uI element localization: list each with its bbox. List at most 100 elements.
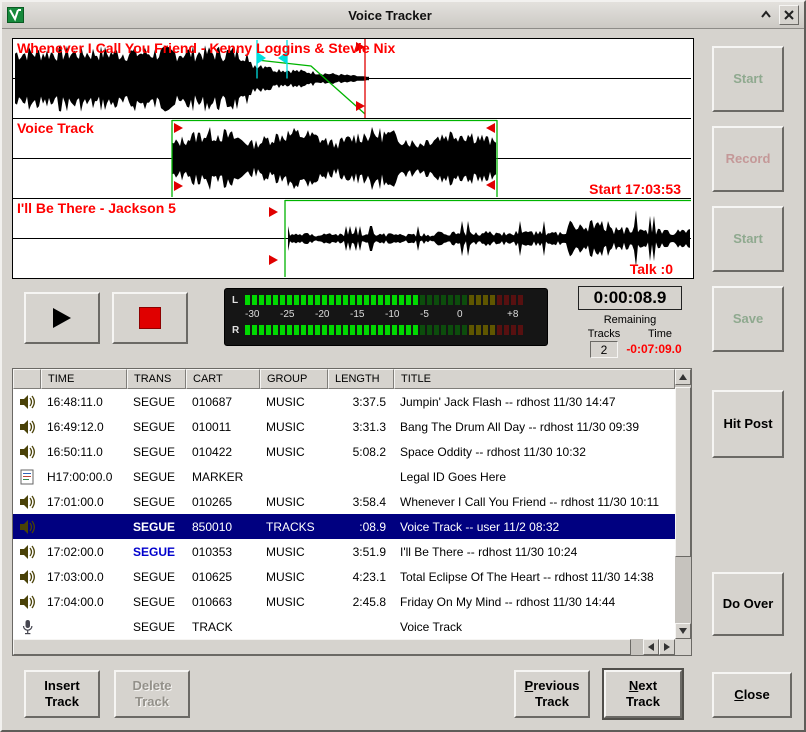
cell-trans: SEGUE <box>127 570 186 584</box>
speaker-icon <box>13 569 41 585</box>
scroll-right-button[interactable] <box>659 639 675 655</box>
arrow-left-icon <box>647 643 655 651</box>
column-header-title[interactable]: TITLE <box>394 369 675 389</box>
cell-cart: 010011 <box>186 420 260 434</box>
cell-group: MUSIC <box>260 545 328 559</box>
table-row[interactable]: SEGUETRACKVoice Track <box>13 614 675 639</box>
track-editor-2[interactable]: Voice Track Start 17:03:53 <box>13 119 691 199</box>
cell-length: 2:45.8 <box>328 595 394 609</box>
cell-cart: MARKER <box>186 470 260 484</box>
cell-length: 3:31.3 <box>328 420 394 434</box>
cell-title: Bang The Drum All Day -- rdhost 11/30 09… <box>394 420 675 434</box>
column-header-trans[interactable]: TRANS <box>127 369 186 389</box>
table-row[interactable]: H17:00:00.0SEGUEMARKERLegal ID Goes Here <box>13 464 675 489</box>
cell-cart: TRACK <box>186 620 260 634</box>
titlebar[interactable]: Voice Tracker <box>2 2 804 29</box>
table-row[interactable]: 16:49:12.0SEGUE010011MUSIC3:31.3Bang The… <box>13 414 675 439</box>
cell-trans: SEGUE <box>127 620 186 634</box>
remaining-label: Remaining <box>578 314 682 326</box>
column-header-time[interactable]: TIME <box>41 369 127 389</box>
cell-trans: SEGUE <box>127 420 186 434</box>
meter-scale-label: -5 <box>420 309 429 320</box>
column-header-group[interactable]: GROUP <box>260 369 328 389</box>
shade-window-button[interactable] <box>757 6 775 24</box>
vertical-scroll-thumb[interactable] <box>675 387 691 557</box>
cell-cart: 010422 <box>186 445 260 459</box>
speaker-icon <box>13 394 41 410</box>
next-track-button[interactable]: NextTrack <box>604 670 682 718</box>
column-header-blank <box>13 369 41 389</box>
close-window-button[interactable] <box>779 5 799 25</box>
horizontal-scrollbar[interactable] <box>13 639 675 655</box>
cell-group: MUSIC <box>260 395 328 409</box>
play-button[interactable] <box>24 292 100 344</box>
elapsed-time-display: 0:00:08.9 <box>578 286 682 310</box>
meter-left-row <box>245 295 523 305</box>
table-row[interactable]: SEGUE850010TRACKS:08.9Voice Track -- use… <box>13 514 675 539</box>
track-editor-1[interactable]: Whenever I Call You Friend - Kenny Loggi… <box>13 39 691 119</box>
cell-time: 16:48:11.0 <box>41 395 127 409</box>
remaining-tracks-label: Tracks <box>580 328 628 340</box>
cell-cart: 010353 <box>186 545 260 559</box>
cell-length: 3:58.4 <box>328 495 394 509</box>
log-table: TIMETRANSCARTGROUPLENGTHTITLE 16:48:11.0… <box>12 368 692 656</box>
cell-time: 17:03:00.0 <box>41 570 127 584</box>
cell-length: :08.9 <box>328 520 394 534</box>
cell-time: 17:04:00.0 <box>41 595 127 609</box>
table-row[interactable]: 16:50:11.0SEGUE010422MUSIC5:08.2Space Od… <box>13 439 675 464</box>
meter-left-label: L <box>232 295 238 306</box>
table-row[interactable]: 17:03:00.0SEGUE010625MUSIC4:23.1Total Ec… <box>13 564 675 589</box>
column-header-length[interactable]: LENGTH <box>328 369 394 389</box>
speaker-icon <box>13 544 41 560</box>
scroll-up-button[interactable] <box>675 369 691 385</box>
speaker-icon <box>13 594 41 610</box>
cell-trans: SEGUE <box>127 445 186 459</box>
cell-trans: SEGUE <box>127 470 186 484</box>
speaker-icon <box>13 444 41 460</box>
cell-group: MUSIC <box>260 495 328 509</box>
record-button[interactable]: Record <box>712 126 784 192</box>
start-2-button[interactable]: Start <box>712 206 784 272</box>
table-row[interactable]: 17:01:00.0SEGUE010265MUSIC3:58.4Whenever… <box>13 489 675 514</box>
horizontal-scroll-thumb[interactable] <box>13 639 631 655</box>
cell-group: MUSIC <box>260 420 328 434</box>
play-icon <box>51 307 73 329</box>
track-editor-3[interactable]: I'll Be There - Jackson 5 Talk :0 <box>13 199 691 278</box>
cell-title: Total Eclipse Of The Heart -- rdhost 11/… <box>394 570 675 584</box>
table-row[interactable]: 17:04:00.0SEGUE010663MUSIC2:45.8Friday O… <box>13 589 675 614</box>
hit-post-button[interactable]: Hit Post <box>712 390 784 458</box>
cell-title: Space Oddity -- rdhost 11/30 10:32 <box>394 445 675 459</box>
voice-tracker-window: Voice Tracker Whenever I Call You Friend… <box>0 0 806 732</box>
delete-track-button[interactable]: DeleteTrack <box>114 670 190 718</box>
start-1-button[interactable]: Start <box>712 46 784 112</box>
scroll-down-button[interactable] <box>675 623 691 639</box>
column-header-cart[interactable]: CART <box>186 369 260 389</box>
track-1-title: Whenever I Call You Friend - Kenny Loggi… <box>17 40 395 56</box>
horizontal-scroll-track[interactable] <box>631 639 643 655</box>
cell-title: Voice Track -- user 11/2 08:32 <box>394 520 675 534</box>
vertical-scrollbar[interactable] <box>675 369 691 639</box>
marker-icon <box>13 469 41 485</box>
cell-trans: SEGUE <box>127 595 186 609</box>
table-row[interactable]: 16:48:11.0SEGUE010687MUSIC3:37.5Jumpin' … <box>13 389 675 414</box>
save-button[interactable]: Save <box>712 286 784 352</box>
scroll-left-button[interactable] <box>643 639 659 655</box>
do-over-button[interactable]: Do Over <box>712 572 784 636</box>
close-button[interactable]: Close <box>712 672 792 718</box>
arrow-right-icon <box>663 643 671 651</box>
cell-time: 17:02:00.0 <box>41 545 127 559</box>
meter-scale-label: -15 <box>350 309 364 320</box>
speaker-icon <box>13 519 41 535</box>
voicetrack-start-time: Start 17:03:53 <box>589 181 681 197</box>
insert-track-button[interactable]: InsertTrack <box>24 670 100 718</box>
table-row[interactable]: 17:02:00.0SEGUE010353MUSIC3:51.9I'll Be … <box>13 539 675 564</box>
cell-trans: SEGUE <box>127 495 186 509</box>
previous-track-button[interactable]: PreviousTrack <box>514 670 590 718</box>
cell-time: 17:01:00.0 <box>41 495 127 509</box>
waveform-panel: Whenever I Call You Friend - Kenny Loggi… <box>12 38 694 279</box>
cell-cart: 010663 <box>186 595 260 609</box>
vertical-scroll-track[interactable] <box>675 385 691 623</box>
stop-button[interactable] <box>112 292 188 344</box>
cell-time: 16:49:12.0 <box>41 420 127 434</box>
cell-group: MUSIC <box>260 595 328 609</box>
